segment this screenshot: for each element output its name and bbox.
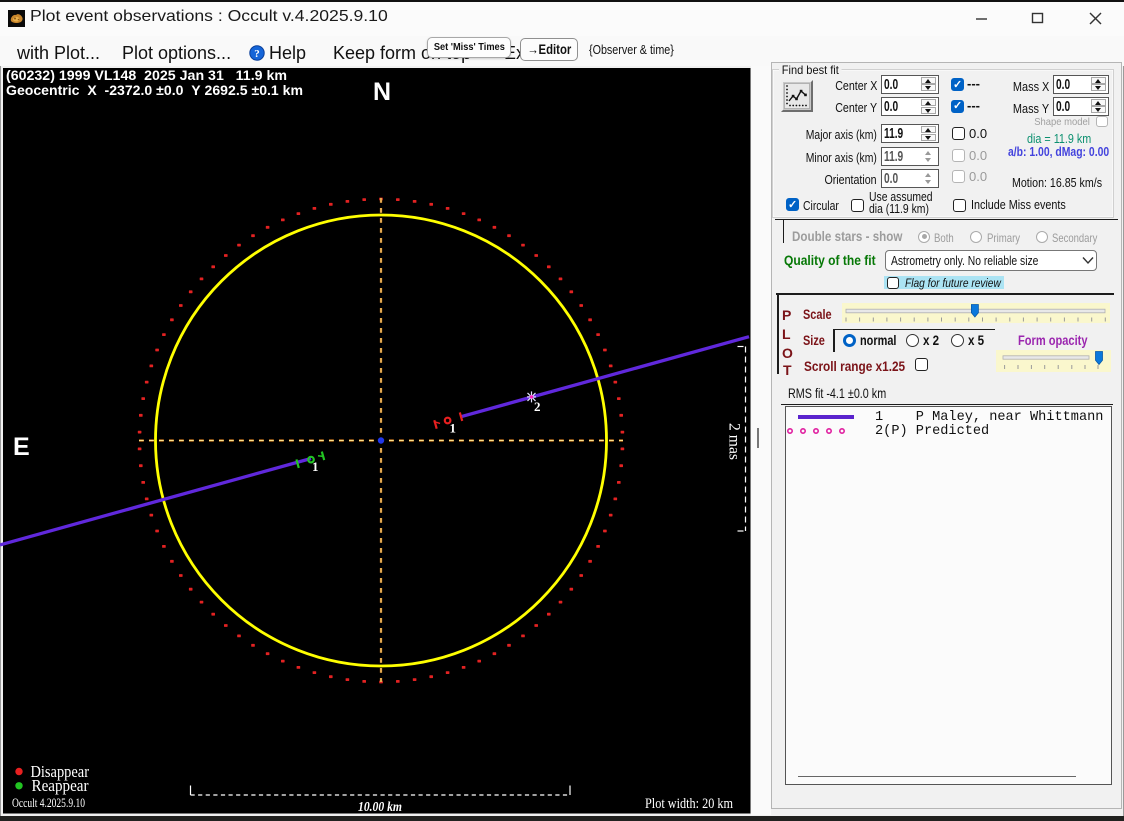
svg-text:Geocentric X -2372.0 ±0.0 Y: Geocentric X -2372.0 ±0.0 Y 2692.5 ±0.1 …	[6, 83, 303, 98]
svg-text:10.00 km: 10.00 km	[358, 799, 402, 814]
svg-text:Occult 4.2025.9.10: Occult 4.2025.9.10	[12, 796, 85, 810]
svg-text:2: 2	[534, 399, 541, 414]
svg-text:Plot width: 20 km: Plot width: 20 km	[645, 796, 734, 812]
svg-text:1: 1	[450, 421, 457, 436]
svg-text:(60232) 1999 VL148 2025 Jan 3: (60232) 1999 VL148 2025 Jan 31 11.9 km	[6, 68, 287, 83]
svg-text:1: 1	[312, 459, 319, 474]
svg-text:E: E	[13, 433, 30, 461]
svg-text:2 mas: 2 mas	[726, 423, 743, 460]
svg-text:N: N	[373, 78, 391, 106]
svg-text:Reappear: Reappear	[32, 776, 89, 795]
